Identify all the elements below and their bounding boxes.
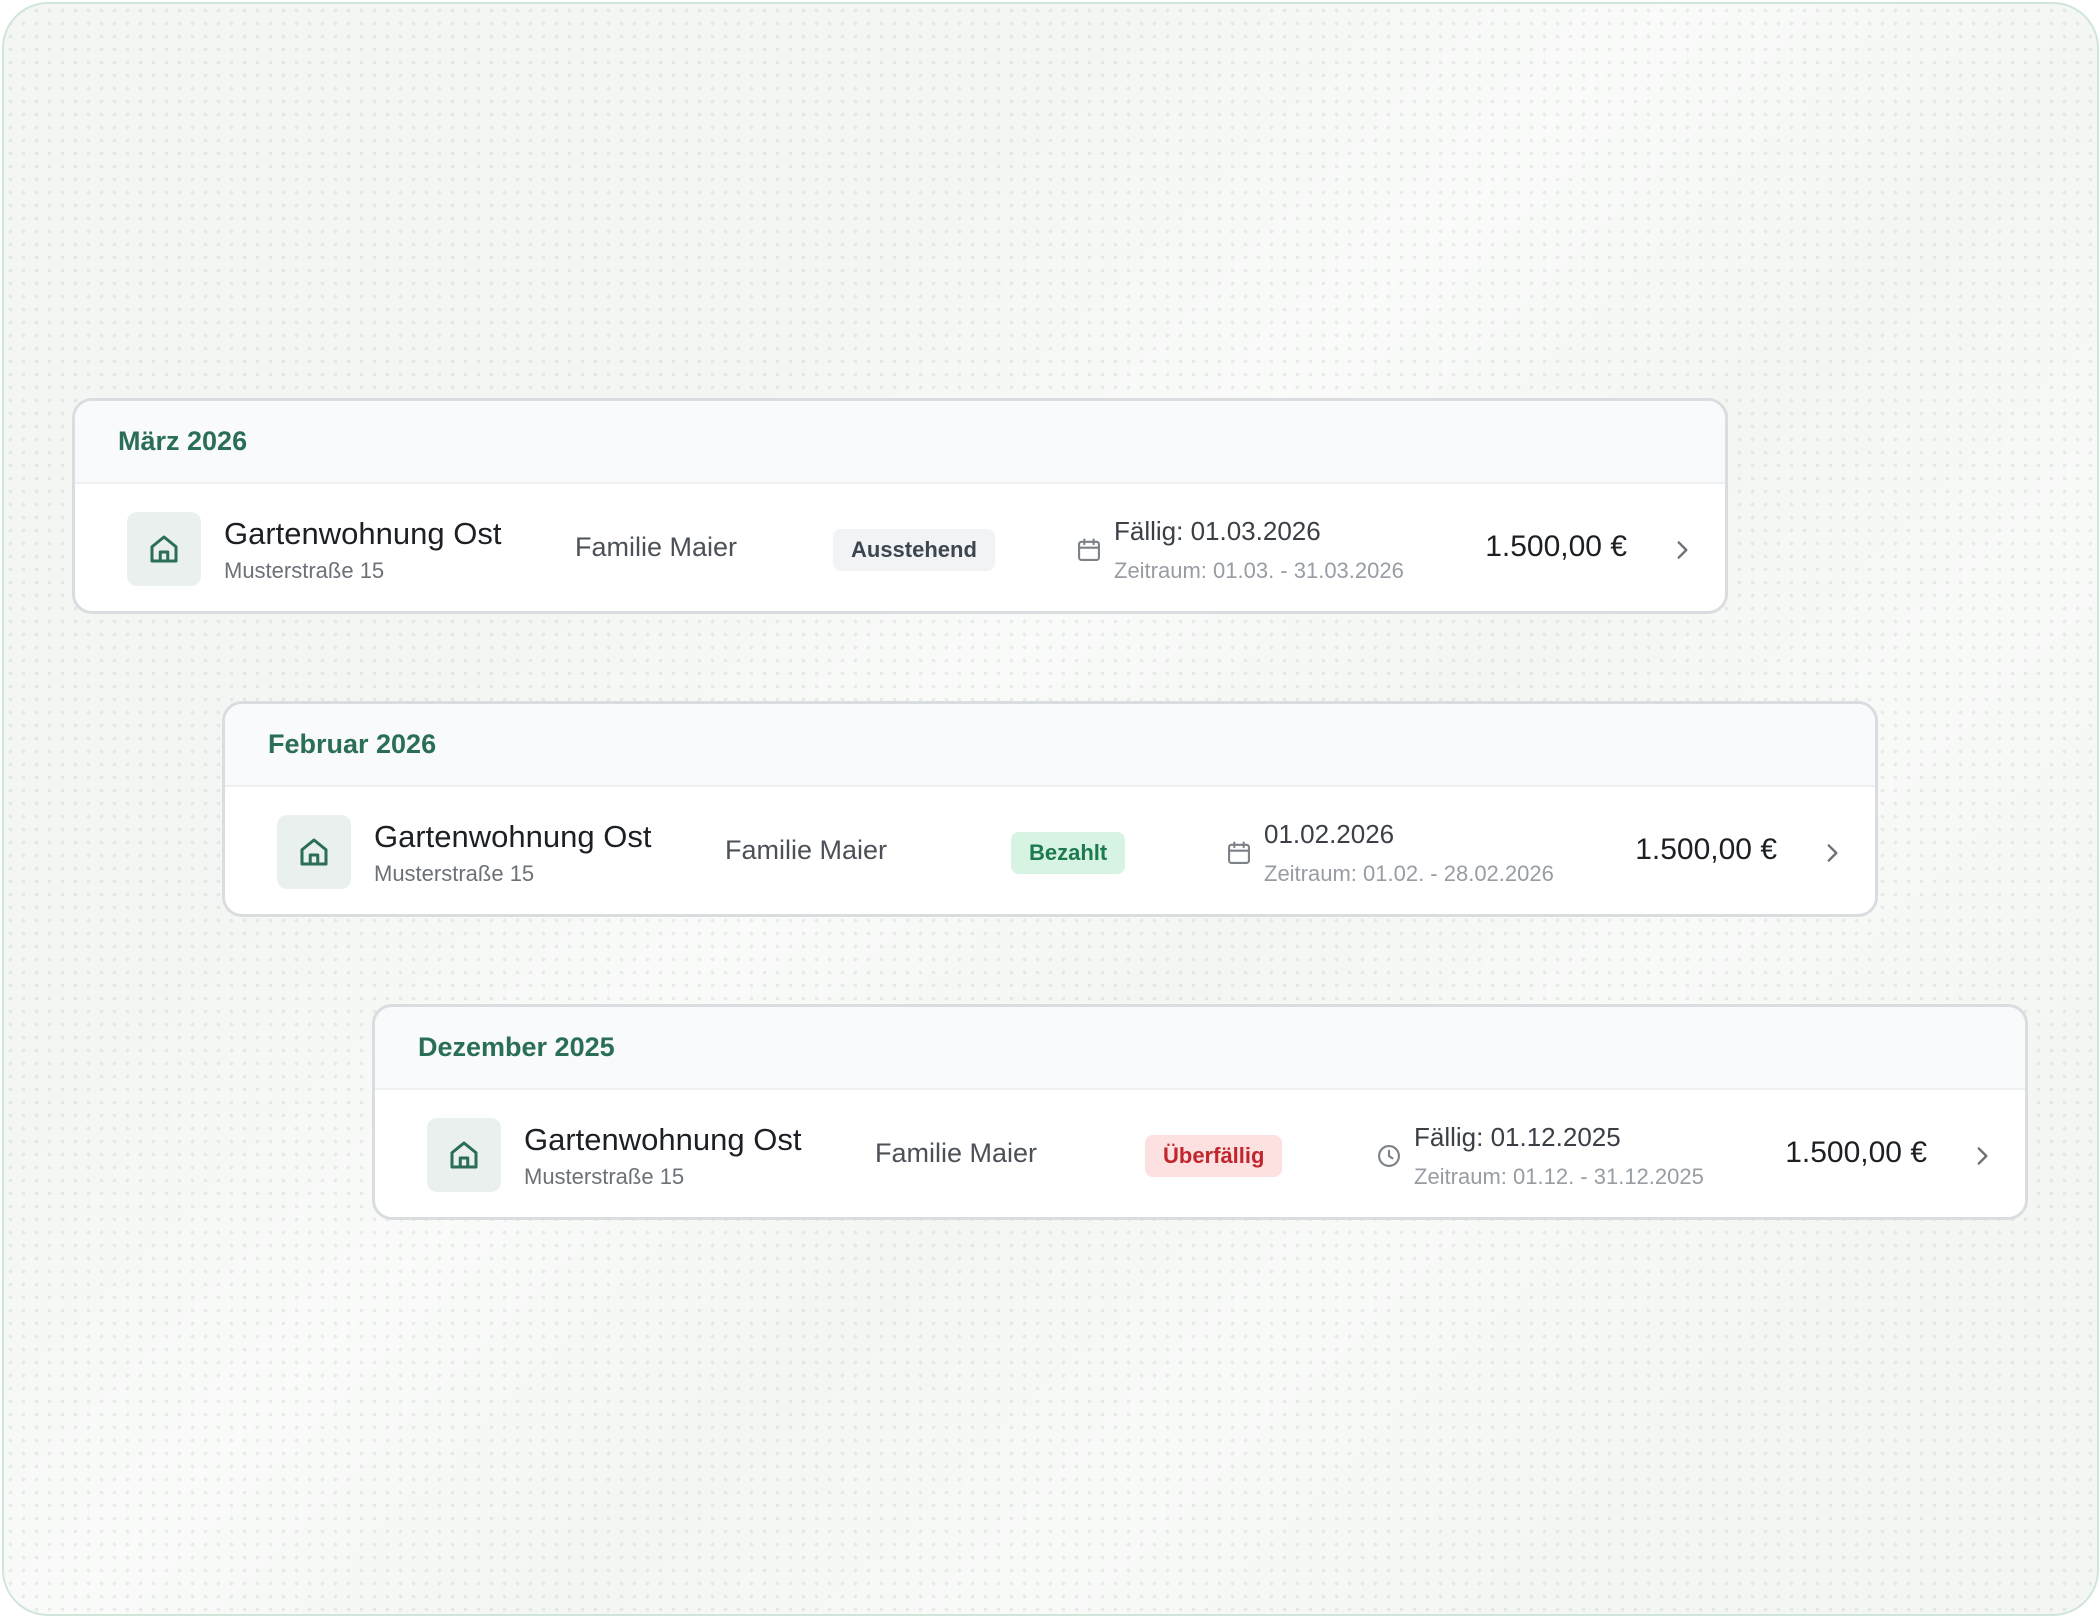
payment-group-card: März 2026 Gartenwohnung Ost Musterstraße…: [72, 398, 1728, 614]
tenant-name: Familie Maier: [575, 532, 738, 562]
chevron-right-icon[interactable]: [1819, 839, 1845, 867]
amount: 1.500,00 €: [1635, 833, 1777, 866]
group-header: Dezember 2025: [375, 1007, 2025, 1090]
property-address: Musterstraße 15: [224, 558, 385, 583]
payment-row[interactable]: Gartenwohnung Ost Musterstraße 15 Famili…: [375, 1090, 2025, 1217]
payment-row[interactable]: Gartenwohnung Ost Musterstraße 15 Famili…: [75, 484, 1725, 611]
billing-period: Zeitraum: 01.02. - 28.02.2026: [1264, 861, 1554, 886]
group-header: März 2026: [75, 401, 1725, 484]
house-icon: [277, 815, 351, 889]
property-name: Gartenwohnung Ost: [224, 516, 502, 551]
clock-icon: [1378, 1145, 1400, 1167]
house-icon: [127, 512, 201, 586]
group-month-title: Februar 2026: [268, 729, 437, 759]
property-address: Musterstraße 15: [524, 1164, 685, 1189]
status-badge: Ausstehend: [833, 529, 995, 571]
payment-group-card: Dezember 2025 Gartenwohnung Ost Musterst…: [372, 1004, 2028, 1220]
amount: 1.500,00 €: [1785, 1136, 1927, 1169]
billing-period: Zeitraum: 01.03. - 31.03.2026: [1114, 558, 1404, 583]
background-frame: März 2026 Gartenwohnung Ost Musterstraße…: [2, 2, 2099, 1616]
amount: 1.500,00 €: [1485, 530, 1627, 563]
payment-group-card: Februar 2026 Gartenwohnung Ost Musterstr…: [222, 701, 1878, 917]
property-address: Musterstraße 15: [374, 861, 535, 886]
group-month-title: Dezember 2025: [418, 1032, 615, 1062]
property-name: Gartenwohnung Ost: [524, 1122, 802, 1157]
due-date: 01.02.2026: [1264, 819, 1395, 849]
tenant-name: Familie Maier: [725, 835, 888, 865]
calendar-icon: [1228, 841, 1250, 864]
due-date: Fällig: 01.12.2025: [1414, 1122, 1621, 1152]
status-badge: Bezahlt: [1011, 832, 1126, 874]
billing-period: Zeitraum: 01.12. - 31.12.2025: [1414, 1164, 1704, 1189]
house-icon: [427, 1118, 501, 1192]
calendar-icon: [1078, 538, 1100, 561]
group-month-title: März 2026: [118, 426, 248, 456]
chevron-right-icon[interactable]: [1969, 1142, 1995, 1170]
chevron-right-icon[interactable]: [1669, 536, 1695, 564]
status-badge: Überfällig: [1145, 1135, 1283, 1177]
property-name: Gartenwohnung Ost: [374, 819, 652, 854]
payment-row[interactable]: Gartenwohnung Ost Musterstraße 15 Famili…: [225, 787, 1875, 914]
group-header: Februar 2026: [225, 704, 1875, 787]
tenant-name: Familie Maier: [875, 1138, 1038, 1168]
due-date: Fällig: 01.03.2026: [1114, 516, 1321, 546]
